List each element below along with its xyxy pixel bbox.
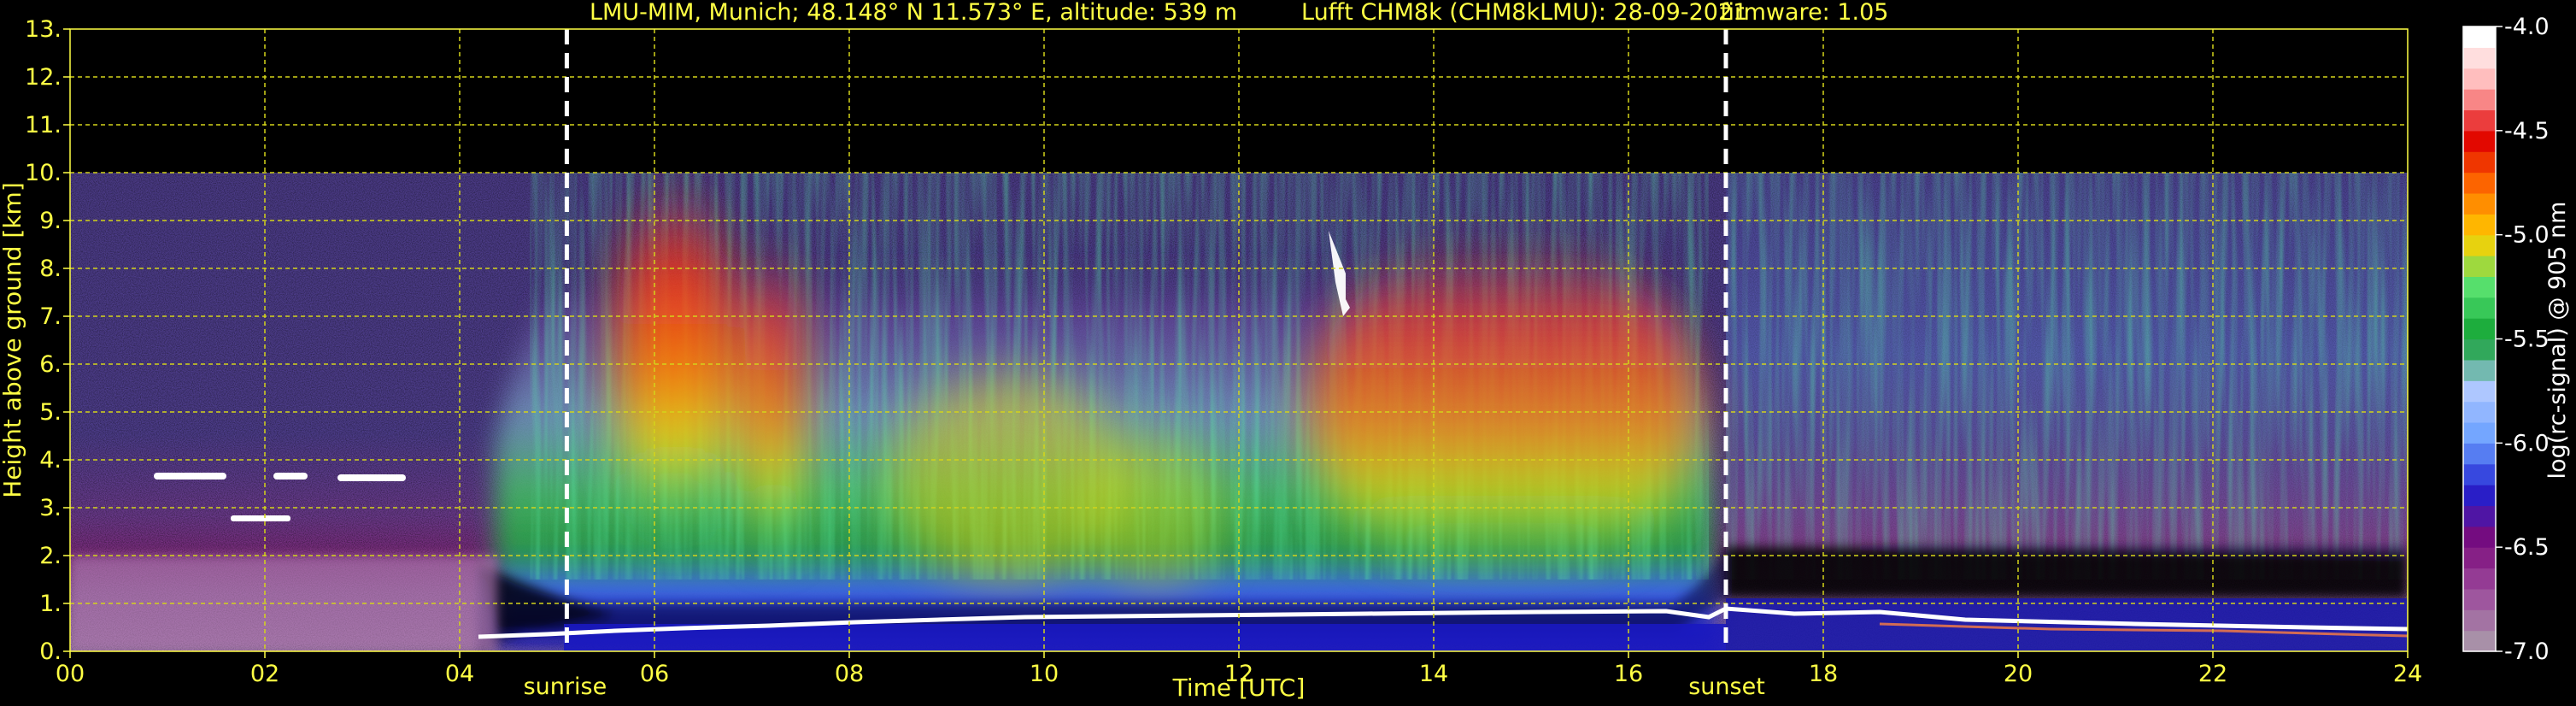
y-tick-label: 5. [39, 399, 62, 426]
y-tick-label: 3. [39, 495, 62, 521]
colorbar-swatch [2463, 297, 2496, 319]
x-tick-label: 00 [56, 661, 85, 687]
colorbar-swatch [2463, 547, 2496, 569]
x-tick-label: 20 [2004, 661, 2033, 687]
y-tick-label: 1. [39, 591, 62, 617]
colorbar-label: log(rc-signal) @ 905 nm [2544, 202, 2571, 479]
colorbar-swatch [2463, 109, 2496, 132]
colorbar: -4.0 -4.5 -5.0 -5.5 -6.0 -6.5 -7.0 log(rc-sign… [2462, 14, 2571, 665]
x-tick-label: 24 [2393, 661, 2422, 687]
colorbar-swatch [2463, 380, 2496, 403]
sunrise-label: sunrise [524, 674, 607, 700]
colorbar-swatch [2463, 172, 2496, 194]
x-axis-label: Time [UTC] [1172, 674, 1306, 702]
colorbar-swatch [2463, 89, 2496, 111]
colorbar-swatch [2463, 463, 2496, 485]
colorbar-tick-label: -6.5 [2504, 534, 2550, 561]
x-tick-label: 22 [2198, 661, 2227, 687]
y-tick-label: 12. [25, 64, 62, 91]
y-axis-label: Height above ground [km] [0, 182, 26, 498]
y-tick-label: 7. [39, 303, 62, 330]
colorbar-swatch [2463, 630, 2496, 652]
colorbar-swatch [2463, 68, 2496, 90]
colorbar-swatch [2463, 443, 2496, 465]
colorbar-swatch [2463, 609, 2496, 632]
chart-title-site: LMU-MIM, Munich; 48.148° N 11.573° E, al… [590, 0, 1237, 26]
colorbar-swatch [2463, 318, 2496, 340]
colorbar-swatch [2463, 401, 2496, 423]
colorbar-tick-label: -7.0 [2504, 638, 2550, 665]
colorbar-swatch [2463, 526, 2496, 548]
colorbar-swatch [2463, 359, 2496, 381]
colorbar-swatch [2463, 256, 2496, 277]
x-tick-label: 08 [835, 661, 864, 687]
colorbar-swatch [2463, 151, 2496, 174]
y-tick-label: 13. [25, 16, 62, 43]
x-tick-label: 16 [1614, 661, 1643, 687]
sunset-label: sunset [1688, 674, 1765, 700]
colorbar-swatch [2463, 26, 2496, 48]
colorbar-swatch [2463, 214, 2496, 236]
chart-title-firmware: firmware: 1.05 [1720, 0, 1888, 26]
y-tick-label: 11. [25, 112, 62, 138]
x-tick-label: 04 [445, 661, 474, 687]
colorbar-swatch [2463, 505, 2496, 527]
colorbar-tick-label: -6.0 [2504, 430, 2550, 456]
x-tick-label: 18 [1809, 661, 1838, 687]
lidar-chart: 0.1.2.3.4.5.6.7.8.9.10.11.12.13. 00 02 04 0… [0, 0, 2571, 702]
y-tick-label: 9. [39, 208, 62, 234]
y-tick-label: 6. [39, 351, 62, 378]
x-tick-label: 10 [1030, 661, 1059, 687]
colorbar-swatch [2463, 588, 2496, 610]
colorbar-tick-label: -5.0 [2504, 222, 2550, 249]
colorbar-swatch [2463, 276, 2496, 298]
colorbar-swatch [2463, 234, 2496, 256]
chart-title-instrument: Lufft CHM8k (CHM8kLMU): 28-09-2021 [1301, 0, 1747, 26]
x-tick-label: 02 [250, 661, 279, 687]
colorbar-swatch [2463, 130, 2496, 152]
colorbar-tick-label: -5.5 [2504, 327, 2550, 353]
colorbar-tick-label: -4.5 [2504, 118, 2550, 144]
colorbar-swatch [2463, 338, 2496, 361]
colorbar-swatch [2463, 421, 2496, 444]
colorbar-swatch [2463, 192, 2496, 215]
colorbar-swatch [2463, 485, 2496, 507]
y-tick-label: 2. [39, 543, 62, 569]
colorbar-swatch [2463, 47, 2496, 69]
y-tick-label: 10. [25, 160, 62, 186]
colorbar-swatch [2463, 568, 2496, 590]
x-tick-label: 06 [640, 661, 669, 687]
x-tick-label: 14 [1419, 661, 1448, 687]
y-tick-label: 4. [39, 447, 62, 474]
y-tick-label: 8. [39, 256, 62, 282]
colorbar-tick-label: -4.0 [2504, 14, 2550, 40]
y-axis: 0.1.2.3.4.5.6.7.8.9.10.11.12.13. [25, 16, 70, 665]
